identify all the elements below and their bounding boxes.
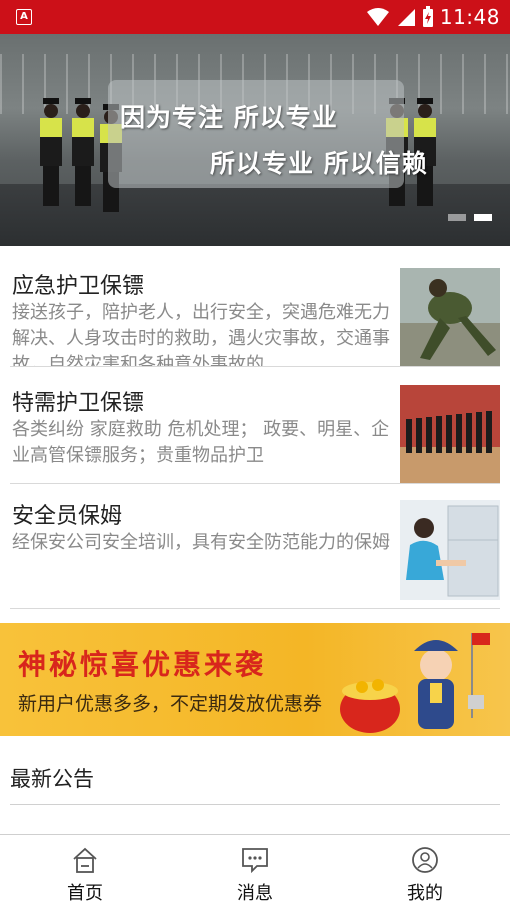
carousel-indicator [448, 214, 492, 221]
carousel-dot[interactable] [448, 214, 466, 221]
service-thumbnail [400, 385, 500, 483]
service-description: 接送孩子，陪护老人，出行安全，突遇危难无力解决、人身攻击时的救助，遇火灾事故，交… [12, 302, 390, 367]
service-description: 各类纠纷 家庭救助 危机处理； 政要、明星、企业高管保镖服务；贵重物品护卫 [12, 419, 390, 466]
bottom-tab-bar: 首页 消息 我的 [0, 834, 510, 907]
status-bar-right: 11:48 [366, 0, 500, 34]
guard-figure [72, 98, 94, 208]
service-thumbnail [400, 268, 500, 366]
service-title: 应急护卫保镖 [12, 274, 145, 299]
banner-slogan-line-2: 所以专业 所以信赖 [210, 149, 428, 178]
guard-figure [40, 98, 62, 208]
profile-icon [412, 847, 438, 873]
status-bar: A 11:48 [0, 0, 510, 34]
clock: 11:48 [439, 5, 500, 29]
banner-slogan-line-1: 因为专注 所以专业 [120, 103, 338, 132]
signal-icon [397, 9, 415, 26]
app-notification-icon: A [16, 9, 32, 25]
announcements-title: 最新公告 [10, 767, 94, 791]
service-item-special-guard[interactable]: 特需护卫保镖 各类纠纷 家庭救助 危机处理； 政要、明星、企业高管保镖服务；贵重… [10, 367, 500, 484]
tab-home[interactable]: 首页 [0, 835, 170, 907]
promo-title: 神秘惊喜优惠来袭 [18, 648, 267, 681]
banner-carousel[interactable]: 因为专注 所以专业 所以专业 所以信赖 [0, 34, 510, 246]
promo-banner[interactable]: 神秘惊喜优惠来袭 新用户优惠多多，不定期发放优惠券 [0, 623, 510, 736]
service-description: 经保安公司安全培训，具有安全防范能力的保姆 [12, 532, 390, 553]
service-title: 安全员保姆 [12, 504, 123, 529]
service-item-safety-nanny[interactable]: 安全员保姆 经保安公司安全培训，具有安全防范能力的保姆 [10, 492, 500, 609]
home-icon [73, 847, 97, 873]
service-item-emergency-guard[interactable]: 应急护卫保镖 接送孩子，陪护老人，出行安全，突遇危难无力解决、人身攻击时的救助，… [10, 250, 500, 367]
service-thumbnail [400, 500, 500, 600]
carousel-dot-active[interactable] [474, 214, 492, 221]
promo-mascot-illustration [340, 633, 490, 733]
tab-messages[interactable]: 消息 [170, 835, 340, 907]
promo-subtitle: 新用户优惠多多，不定期发放优惠券 [18, 693, 323, 715]
tab-label: 消息 [237, 883, 273, 904]
divider [10, 804, 500, 805]
tab-label: 我的 [407, 883, 443, 904]
battery-icon [422, 6, 433, 27]
wifi-icon [366, 8, 389, 26]
tab-label: 首页 [67, 883, 103, 904]
tab-profile[interactable]: 我的 [340, 835, 510, 907]
service-title: 特需护卫保镖 [12, 391, 145, 416]
message-icon [242, 848, 268, 874]
